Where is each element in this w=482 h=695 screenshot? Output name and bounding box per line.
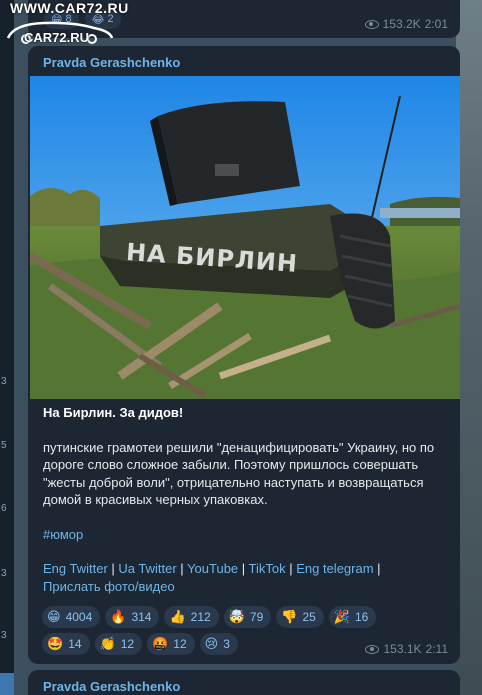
reaction-count: 25 — [302, 610, 316, 624]
reaction-chip[interactable]: 🤬 12 — [147, 633, 195, 655]
reaction-chip[interactable]: 😢 3 — [199, 633, 238, 655]
message-time: 2:01 — [424, 17, 448, 31]
reaction-emoji: 🎉 — [333, 609, 350, 624]
message-author[interactable]: Pravda Gerashchenko — [43, 679, 180, 694]
ua-twitter-link[interactable]: Ua Twitter — [118, 561, 176, 576]
unread-count: 3 — [1, 376, 7, 387]
views-count: 153.2K — [382, 17, 421, 31]
reaction-count: 12 — [173, 637, 187, 651]
reaction-chip[interactable]: 🤯 79 — [223, 606, 272, 628]
reaction-count: 3 — [223, 637, 230, 651]
eng-twitter-link[interactable]: Eng Twitter — [43, 561, 108, 576]
link-separator: | — [176, 561, 188, 576]
unread-count: 3 — [1, 568, 7, 579]
previous-message-meta: 153.2K 2:01 — [364, 17, 448, 31]
photo-destroyed-vehicle — [30, 76, 460, 399]
reaction-count: 4004 — [65, 610, 93, 624]
reaction-emoji: 👍 — [169, 609, 186, 624]
chat-list-edge: 3 5 6 3 3 3 — [0, 0, 14, 695]
reaction-emoji: 😢 — [204, 636, 219, 651]
message-author[interactable]: Pravda Gerashchenko — [43, 55, 180, 70]
message-meta: 153.1K 2:11 — [365, 642, 448, 656]
reaction-count: 14 — [68, 637, 82, 651]
reaction-emoji: 😁 — [47, 609, 61, 624]
unread-count: 5 — [1, 440, 7, 451]
reaction-emoji: 🤯 — [228, 609, 245, 624]
views-count: 153.1K — [383, 642, 422, 656]
reaction-count: 79 — [249, 610, 264, 624]
unread-count: 3 — [1, 630, 7, 641]
link-separator: | — [238, 561, 249, 576]
watermark-name: CAR72.RU — [24, 30, 90, 45]
tiktok-link[interactable]: TikTok — [249, 561, 286, 576]
unread-count: 6 — [1, 503, 7, 514]
message-bubble: Pravda Gerashchenko НА БИРЛИН На Бирлин.… — [28, 46, 460, 664]
reaction-count: 16 — [354, 610, 369, 624]
reaction-emoji: 👏 — [99, 636, 116, 651]
reaction-chip[interactable]: 👎 25 — [276, 606, 324, 628]
message-time: 2:11 — [425, 642, 448, 656]
reaction-emoji: 🤬 — [152, 636, 169, 651]
link-separator: | — [373, 561, 381, 576]
reaction-emoji: 👎 — [281, 609, 298, 624]
message-paragraph: путинские грамотеи решили "денацифициров… — [43, 439, 435, 508]
reaction-chip[interactable]: 👍 212 — [164, 606, 219, 628]
hashtag-link[interactable]: #юмор — [43, 526, 447, 544]
send-media-link[interactable]: Прислать фото/видео — [43, 579, 175, 594]
reaction-count: 212 — [190, 610, 211, 624]
views-icon — [365, 644, 380, 654]
reaction-emoji: 🔥 — [110, 609, 127, 624]
reaction-chip[interactable]: 🤩 14 — [42, 633, 90, 655]
reaction-chip[interactable]: 🔥 314 — [105, 606, 160, 628]
message-text: На Бирлин. За дидов! путинские грамотеи … — [43, 404, 447, 595]
reaction-count: 314 — [131, 610, 152, 624]
reaction-emoji: 🤩 — [47, 636, 64, 651]
link-separator: | — [107, 561, 119, 576]
watermark: WWW.CAR72.RU CAR72.RU — [4, 0, 128, 48]
watermark-url: WWW.CAR72.RU — [10, 0, 129, 16]
reaction-count: 12 — [120, 637, 135, 651]
active-chat-indicator — [0, 673, 14, 695]
reaction-chip[interactable]: 👏 12 — [94, 633, 143, 655]
eng-telegram-link[interactable]: Eng telegram — [296, 561, 373, 576]
reaction-chip[interactable]: 😁 4004 — [42, 606, 101, 628]
message-headline: На Бирлин. За дидов! — [43, 405, 184, 420]
channel-links: Eng Twitter | Ua Twitter | YouTube | Tik… — [43, 560, 447, 595]
reaction-chip[interactable]: 🎉 16 — [328, 606, 377, 628]
youtube-link[interactable]: YouTube — [187, 561, 238, 576]
message-photo[interactable]: НА БИРЛИН — [30, 76, 460, 399]
next-message: Pravda Gerashchenko — [28, 670, 460, 695]
link-separator: | — [285, 561, 297, 576]
views-icon — [364, 19, 379, 29]
